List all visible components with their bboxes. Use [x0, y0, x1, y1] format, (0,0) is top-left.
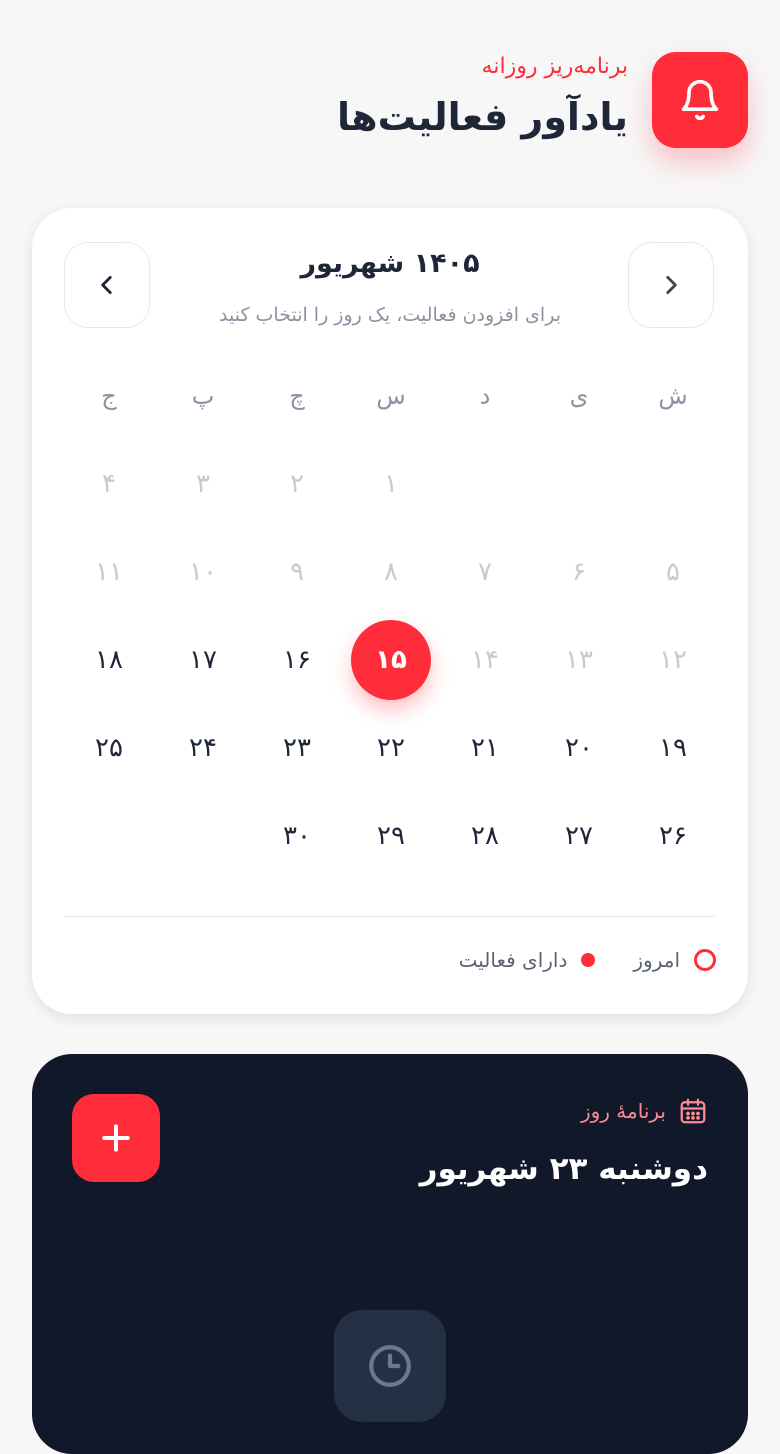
weekday-label: ش: [658, 382, 688, 410]
calendar-day: ۶: [572, 557, 586, 587]
calendar-day[interactable]: ۲۴: [156, 704, 250, 792]
weekday-label: س: [376, 382, 406, 410]
page-title: یادآور فعالیت‌ها: [336, 95, 628, 139]
month-title: ۱۴۰۵ شهریور: [300, 248, 480, 279]
calendar-empty-cell: [532, 440, 626, 528]
calendar-day[interactable]: ۱۷: [156, 616, 250, 704]
calendar-day: ۱: [384, 469, 398, 499]
calendar-day[interactable]: ۲۶: [626, 792, 720, 880]
calendar-empty-cell: [156, 792, 250, 880]
calendar-day: ۱۰: [189, 557, 217, 587]
add-activity-button[interactable]: [72, 1094, 160, 1182]
chevron-left-icon: [101, 276, 112, 294]
legend-activity-label: دارای فعالیت: [458, 948, 568, 972]
calendar-day[interactable]: ۲۸: [438, 792, 532, 880]
calendar-day[interactable]: ۲۹: [344, 792, 438, 880]
calendar-day[interactable]: ۲۰: [532, 704, 626, 792]
day-schedule-card: برنامهٔ روز دوشنبه ۲۳ شهریور: [32, 1054, 748, 1454]
calendar-day[interactable]: ۱۸: [62, 616, 156, 704]
app-subtitle: برنامه‌ریز روزانه: [481, 54, 628, 79]
today-ring-icon: [694, 949, 716, 971]
calendar-hint: برای افزودن فعالیت، یک روز را انتخاب کنی…: [219, 304, 561, 326]
notifications-button[interactable]: [652, 52, 748, 148]
calendar-day: ۱۱: [95, 557, 123, 587]
calendar-day[interactable]: ۲۱: [438, 704, 532, 792]
calendar-day[interactable]: ۲۷: [532, 792, 626, 880]
chevron-right-icon: [666, 276, 677, 294]
weekday-label: ی: [569, 382, 589, 410]
calendar-day[interactable]: ۳۰: [250, 792, 344, 880]
weekday-label: ج: [101, 382, 117, 410]
calendar-day: ۳: [196, 469, 210, 499]
next-month-button[interactable]: [628, 242, 714, 328]
activity-dot-icon: [581, 953, 596, 967]
bell-icon: [681, 79, 719, 121]
weekday-label: د: [479, 382, 491, 410]
app-header: برنامه‌ریز روزانه یادآور فعالیت‌ها: [0, 0, 780, 190]
calendar-day: ۸: [384, 557, 398, 587]
calendar-grid: ش ی د س چ پ ج ۱ ۲ ۳ ۴ ۵ ۶ ۷ ۸ ۹ ۱۰ ۱۱ ۱۲…: [60, 352, 720, 880]
calendar-day[interactable]: ۲۲: [344, 704, 438, 792]
empty-state-clock: [334, 1310, 446, 1422]
calendar-card: ۱۴۰۵ شهریور برای افزودن فعالیت، یک روز ر…: [32, 208, 748, 1014]
calendar-day: ۱۳: [565, 645, 593, 675]
schedule-date: دوشنبه ۲۳ شهریور: [419, 1151, 708, 1187]
schedule-label: برنامهٔ روز: [581, 1096, 708, 1126]
calendar-day: ۱۴: [471, 645, 499, 675]
selected-day-label: ۱۵: [351, 620, 431, 700]
calendar-day[interactable]: ۱۹: [626, 704, 720, 792]
calendar-day: ۲: [290, 469, 304, 499]
calendar-divider: [64, 916, 716, 917]
clock-icon: [369, 1345, 411, 1387]
schedule-label-text: برنامهٔ روز: [580, 1099, 666, 1123]
calendar-day[interactable]: ۲۵: [62, 704, 156, 792]
calendar-day: ۴: [102, 469, 116, 499]
calendar-day: ۱۲: [659, 645, 687, 675]
calendar-icon: [680, 1098, 706, 1124]
weekday-label: چ: [289, 382, 305, 410]
previous-month-button[interactable]: [64, 242, 150, 328]
calendar-day[interactable]: ۱۶: [250, 616, 344, 704]
legend-today-label: امروز: [633, 948, 680, 972]
weekday-label: پ: [191, 382, 215, 410]
calendar-legend: امروز دارای فعالیت: [459, 948, 716, 972]
calendar-empty-cell: [438, 440, 532, 528]
calendar-day: ۷: [478, 557, 492, 587]
calendar-day: ۵: [666, 557, 680, 587]
calendar-day: ۹: [290, 557, 304, 587]
plus-icon: [102, 1124, 130, 1152]
calendar-day[interactable]: ۲۳: [250, 704, 344, 792]
calendar-empty-cell: [626, 440, 720, 528]
calendar-day-selected[interactable]: ۱۵: [344, 616, 438, 704]
calendar-empty-cell: [62, 792, 156, 880]
